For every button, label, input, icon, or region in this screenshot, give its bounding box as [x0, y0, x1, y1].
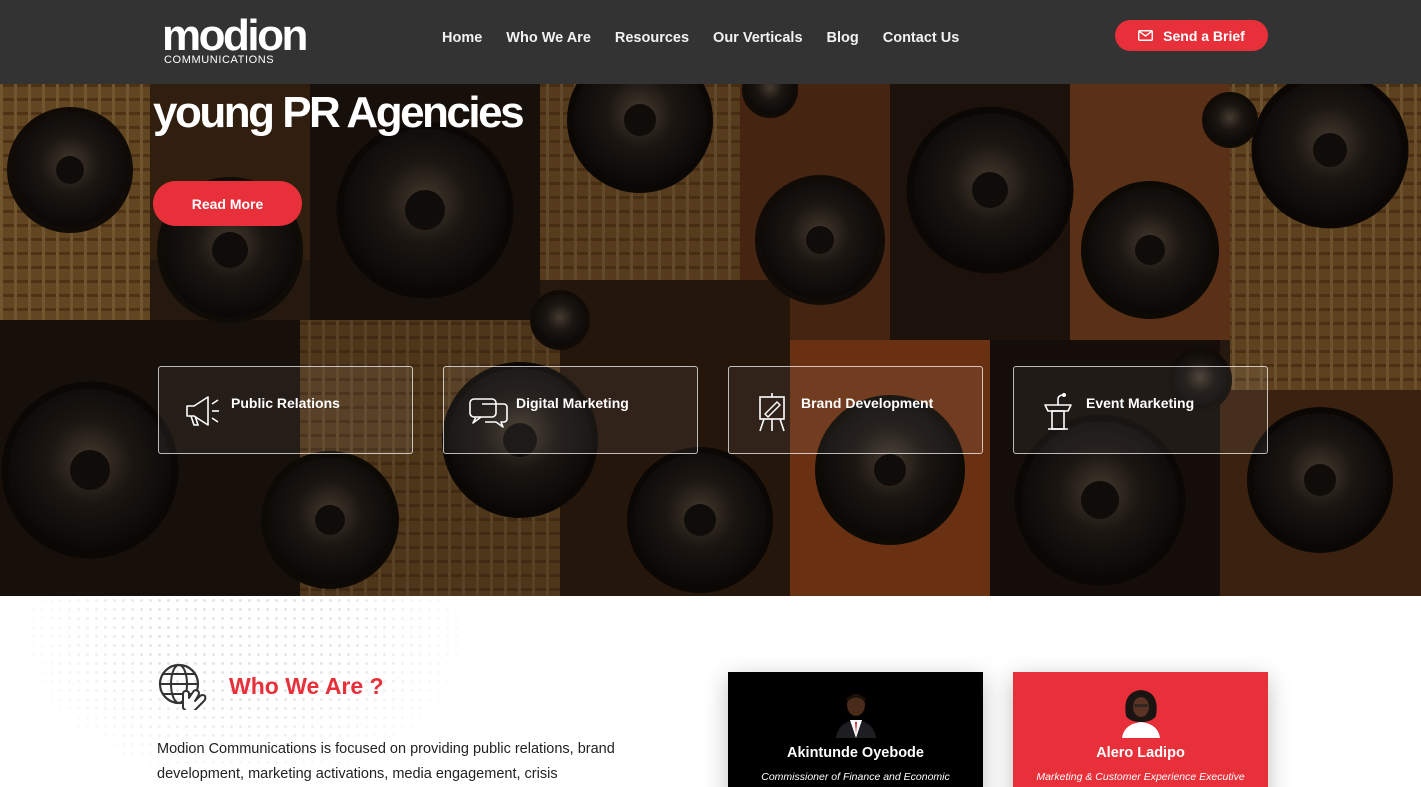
service-card-brand-development[interactable]: Brand Development	[728, 366, 983, 454]
nav-who-we-are[interactable]: Who We Are	[506, 29, 591, 47]
megaphone-icon	[186, 396, 219, 426]
top-navbar: modion COMMUNICATIONS Home Who We Are Re…	[0, 0, 1421, 84]
avatar	[1118, 686, 1164, 738]
nav-contact-us[interactable]: Contact Us	[883, 29, 960, 47]
send-brief-button[interactable]: Send a Brief	[1115, 20, 1268, 51]
site-logo[interactable]: modion COMMUNICATIONS	[162, 11, 308, 70]
person-name: Akintunde Oyebode	[787, 745, 924, 761]
nav-home[interactable]: Home	[442, 29, 482, 47]
main-nav: Home Who We Are Resources Our Verticals …	[442, 29, 983, 47]
hero-title: young PR Agencies	[153, 88, 525, 137]
globe-hand-icon	[158, 663, 207, 710]
nav-resources[interactable]: Resources	[615, 29, 689, 47]
service-card-event-marketing[interactable]: Event Marketing	[1013, 366, 1268, 454]
who-we-are-section: Who We Are ? Modion Communications is fo…	[0, 596, 1421, 787]
easel-icon	[759, 393, 785, 432]
team-card[interactable]: Akintunde Oyebode Commissioner of Financ…	[728, 672, 983, 787]
envelope-icon	[1138, 30, 1154, 41]
about-paragraph: Modion Communications is focused on prov…	[157, 741, 615, 782]
logo-wordmark: modion	[162, 11, 308, 60]
avatar	[833, 686, 879, 738]
person-role: Marketing & Customer Experience Executiv…	[1036, 771, 1245, 783]
service-label: Public Relations	[231, 395, 340, 411]
service-label: Digital Marketing	[516, 395, 629, 411]
nav-blog[interactable]: Blog	[827, 29, 859, 47]
team-card[interactable]: Alero Ladipo Marketing & Customer Experi…	[1013, 672, 1268, 787]
section-title: Who We Are ?	[229, 673, 384, 699]
logo-subtitle: COMMUNICATIONS	[164, 54, 275, 66]
service-card-public-relations[interactable]: Public Relations	[158, 366, 413, 454]
service-label: Event Marketing	[1086, 395, 1195, 411]
read-more-button[interactable]: Read More	[153, 181, 302, 226]
podium-icon	[1044, 393, 1072, 430]
nav-our-verticals[interactable]: Our Verticals	[713, 29, 802, 47]
service-card-digital-marketing[interactable]: Digital Marketing	[443, 366, 698, 454]
person-name: Alero Ladipo	[1096, 745, 1185, 761]
person-role: Commissioner of Finance and Economic	[761, 771, 950, 783]
service-label: Brand Development	[801, 395, 934, 411]
send-brief-label: Send a Brief	[1163, 27, 1245, 44]
chat-bubbles-icon	[469, 398, 508, 428]
